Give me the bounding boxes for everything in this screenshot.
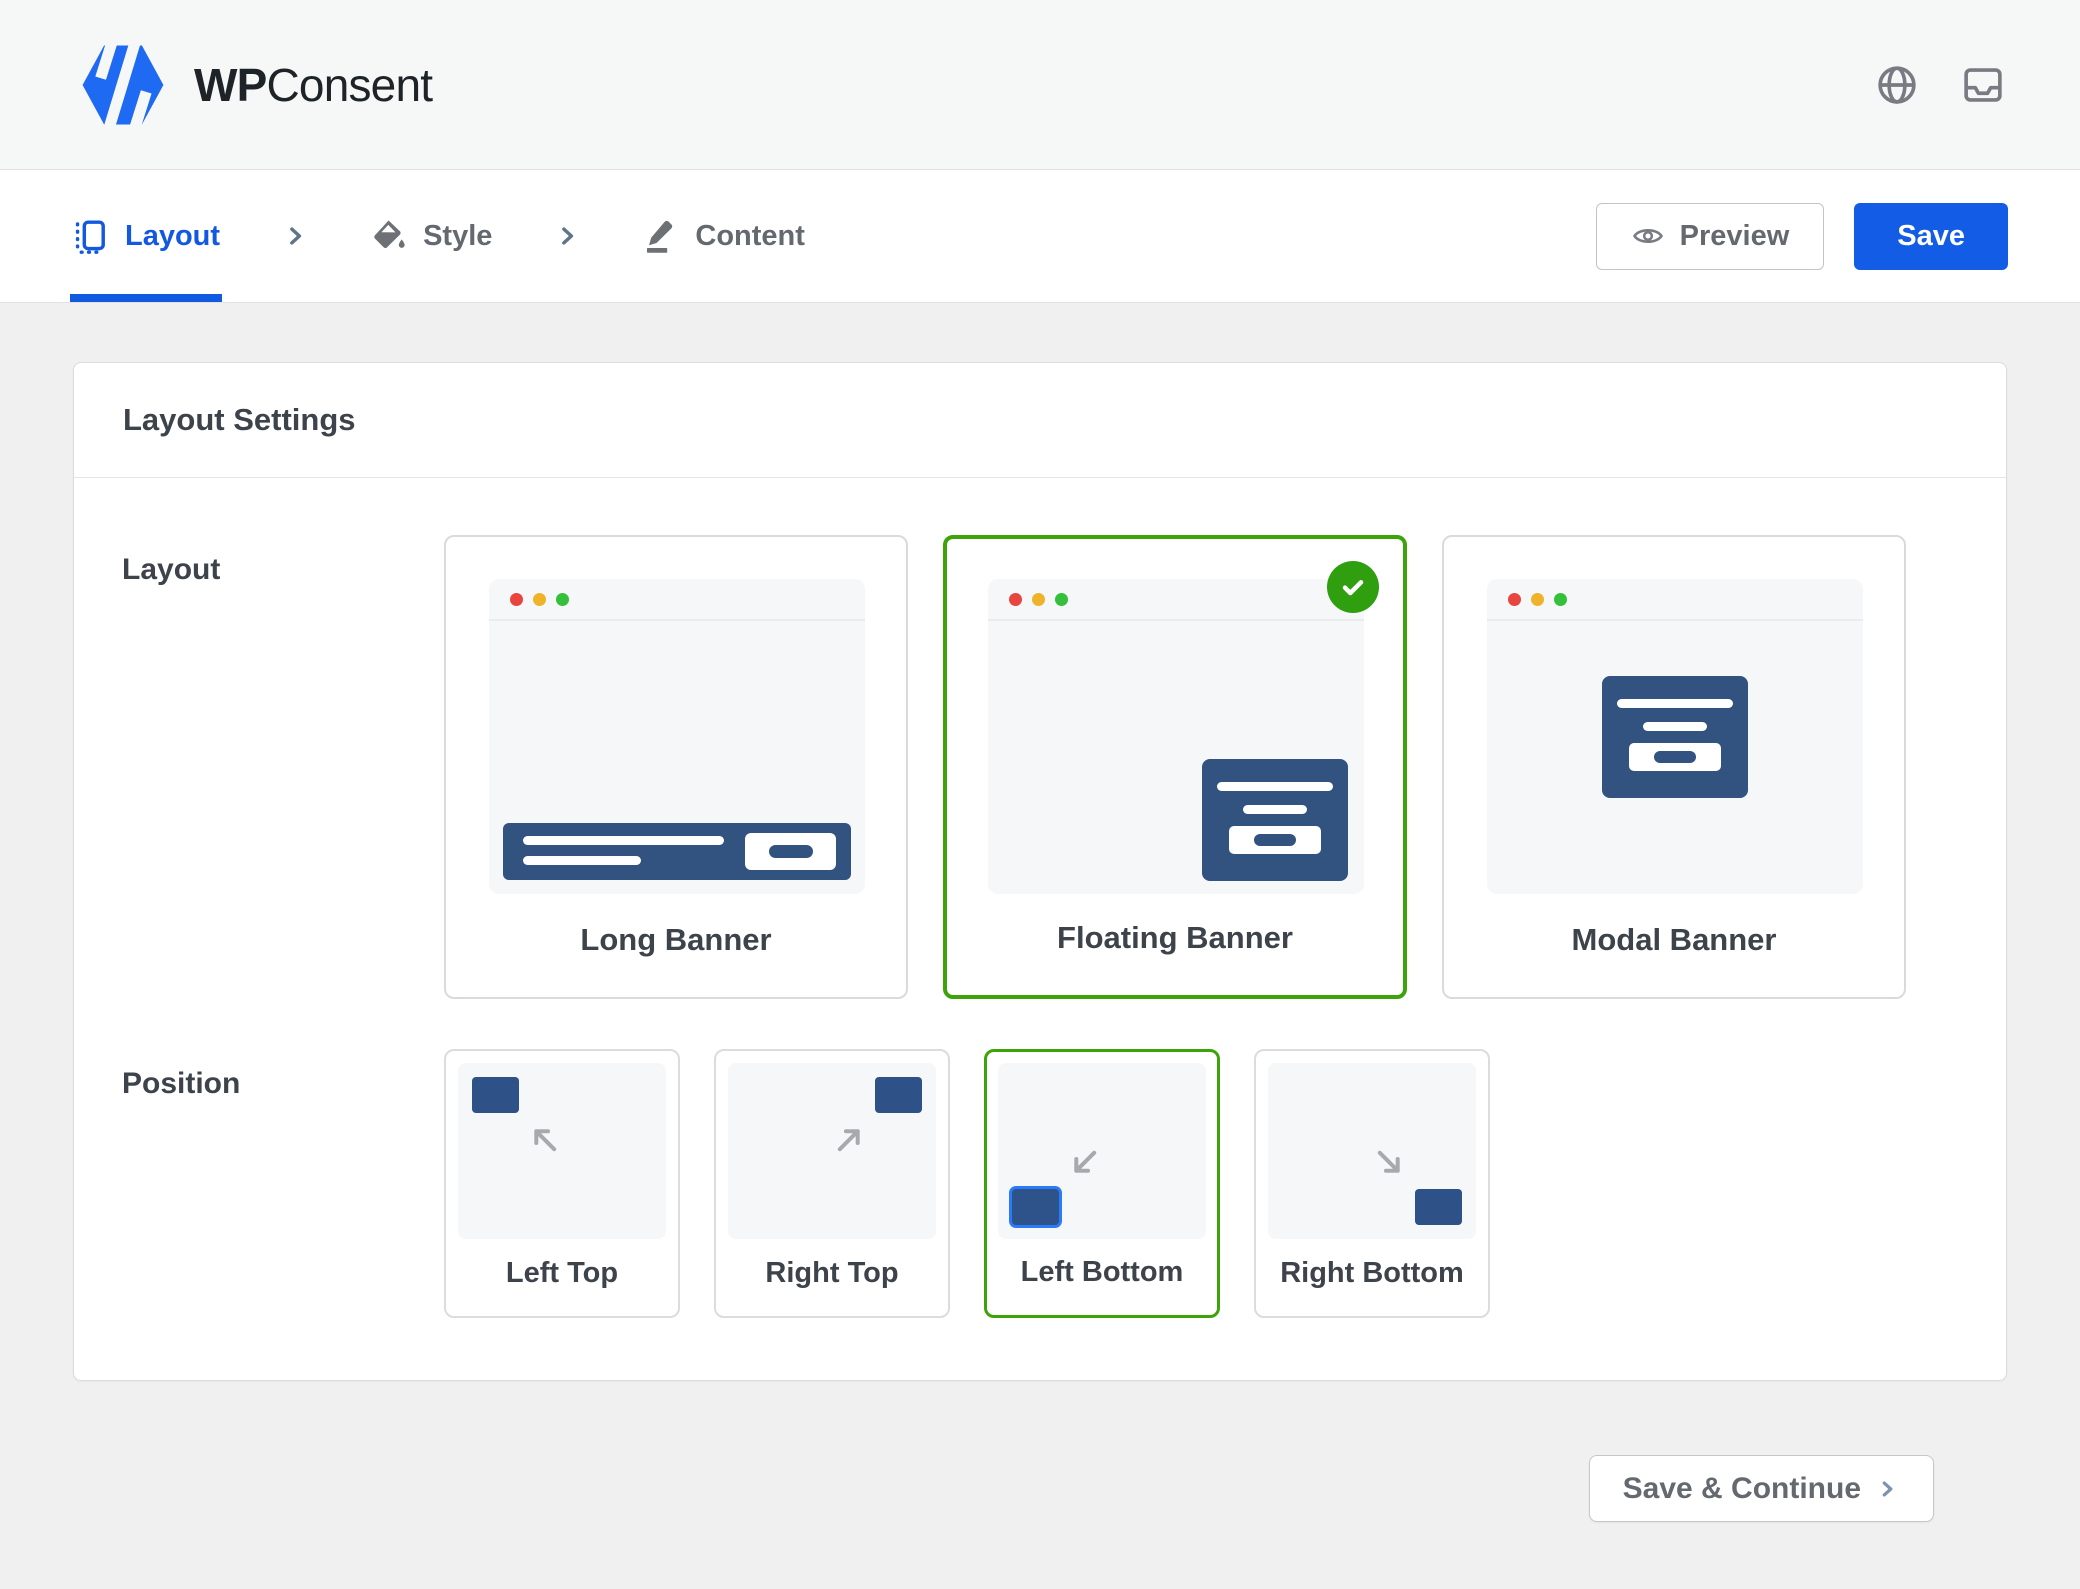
- banner-text-line: [1617, 699, 1733, 708]
- layout-options: Long Banner: [444, 535, 1906, 999]
- browser-mockup: [489, 579, 865, 894]
- tab-content-label: Content: [695, 220, 805, 253]
- position-preview: [458, 1063, 666, 1239]
- arrow-up-left-icon: [524, 1119, 562, 1157]
- banner-button-label-shape: [1254, 834, 1296, 846]
- brand-name-rest: Consent: [267, 59, 433, 111]
- chevron-right-icon: [552, 221, 582, 251]
- layout-row: Layout: [74, 478, 2006, 999]
- save-button[interactable]: Save: [1854, 203, 2008, 270]
- layout-icon: [72, 218, 108, 254]
- tab-layout-label: Layout: [125, 220, 220, 253]
- banner-text-line: [1643, 722, 1707, 731]
- save-continue-label: Save & Continue: [1623, 1472, 1861, 1506]
- brand-wordmark: WPConsent: [194, 58, 432, 112]
- banner-text-line: [523, 856, 641, 865]
- banner-position-rect: [1012, 1189, 1059, 1225]
- long-banner-preview: [503, 823, 851, 880]
- layout-row-label: Layout: [122, 535, 444, 999]
- position-row: Position Left Top: [74, 999, 2006, 1380]
- wpconsent-banner-designer: WPConsent Layout: [0, 0, 2080, 1589]
- position-option-label: Right Top: [716, 1257, 948, 1290]
- banner-button-label-shape: [769, 845, 813, 858]
- layout-option-long-banner[interactable]: Long Banner: [444, 535, 908, 999]
- selected-check-badge: [1327, 561, 1379, 613]
- tab-style-label: Style: [423, 220, 492, 253]
- position-option-label: Left Bottom: [987, 1256, 1217, 1289]
- tab-layout[interactable]: Layout: [72, 170, 220, 302]
- window-dot-red: [1009, 593, 1022, 606]
- preview-button-label: Preview: [1680, 220, 1790, 253]
- position-row-label: Position: [122, 1049, 444, 1318]
- window-dot-red: [510, 593, 523, 606]
- layout-option-floating-banner[interactable]: Floating Banner: [943, 535, 1407, 999]
- layout-settings-panel: Layout Settings Layout: [73, 362, 2007, 1381]
- layout-option-label: Modal Banner: [1444, 922, 1904, 958]
- floating-banner-preview: [1202, 759, 1348, 881]
- preview-button[interactable]: Preview: [1596, 203, 1825, 270]
- panel-title: Layout Settings: [123, 402, 356, 437]
- banner-button-shape: [1229, 826, 1321, 854]
- banner-position-rect: [472, 1077, 519, 1113]
- tab-style[interactable]: Style: [370, 170, 492, 302]
- banner-button-shape: [1629, 743, 1721, 771]
- window-dot-green: [556, 593, 569, 606]
- window-dot-green: [1055, 593, 1068, 606]
- banner-text-line: [1217, 782, 1333, 791]
- position-option-label: Right Bottom: [1256, 1257, 1488, 1290]
- globe-icon[interactable]: [1874, 62, 1920, 108]
- position-preview: [1268, 1063, 1476, 1239]
- wizard-tabbar: Layout Style Content: [0, 170, 2080, 303]
- main-content: Layout Settings Layout: [0, 303, 2080, 1522]
- banner-text-line: [1243, 805, 1307, 814]
- inbox-icon[interactable]: [1960, 62, 2006, 108]
- layout-option-label: Floating Banner: [947, 920, 1403, 956]
- window-dot-yellow: [533, 593, 546, 606]
- window-dot-red: [1508, 593, 1521, 606]
- pencil-icon: [642, 218, 678, 254]
- banner-position-rect: [875, 1077, 922, 1113]
- eye-icon: [1631, 219, 1665, 253]
- banner-button-shape: [745, 833, 836, 870]
- chevron-right-icon: [1874, 1476, 1900, 1502]
- brand-logo: WPConsent: [74, 42, 432, 128]
- footer-bar: Save & Continue: [73, 1381, 2007, 1522]
- arrow-down-left-icon: [1064, 1145, 1102, 1183]
- paint-bucket-icon: [370, 218, 406, 254]
- banner-position-rect: [1415, 1189, 1462, 1225]
- position-option-label: Left Top: [446, 1257, 678, 1290]
- browser-chrome: [988, 579, 1364, 621]
- header-icons: [1874, 62, 2006, 108]
- window-dot-yellow: [1032, 593, 1045, 606]
- browser-chrome: [1487, 579, 1863, 621]
- brand-name-bold: WP: [194, 59, 267, 111]
- arrow-up-right-icon: [832, 1119, 870, 1157]
- layout-option-modal-banner[interactable]: Modal Banner: [1442, 535, 1906, 999]
- position-option-right-top[interactable]: Right Top: [714, 1049, 950, 1318]
- position-options: Left Top Right Top: [444, 1049, 1490, 1318]
- position-option-right-bottom[interactable]: Right Bottom: [1254, 1049, 1490, 1318]
- arrow-down-right-icon: [1372, 1145, 1410, 1183]
- banner-button-label-shape: [1654, 751, 1696, 763]
- banner-text-line: [523, 836, 724, 845]
- layout-option-label: Long Banner: [446, 922, 906, 958]
- position-option-left-bottom[interactable]: Left Bottom: [984, 1049, 1220, 1318]
- browser-mockup: [1487, 579, 1863, 894]
- tab-content[interactable]: Content: [642, 170, 805, 302]
- position-preview: [998, 1063, 1206, 1239]
- toolbar-actions: Preview Save: [1596, 203, 2008, 270]
- check-icon: [1337, 571, 1369, 603]
- position-option-left-top[interactable]: Left Top: [444, 1049, 680, 1318]
- wpconsent-logo-icon: [74, 42, 172, 128]
- browser-chrome: [489, 579, 865, 621]
- window-dot-green: [1554, 593, 1567, 606]
- panel-header: Layout Settings: [74, 363, 2006, 478]
- save-continue-button[interactable]: Save & Continue: [1589, 1455, 1934, 1522]
- chevron-right-icon: [280, 221, 310, 251]
- window-dot-yellow: [1531, 593, 1544, 606]
- modal-banner-preview: [1602, 676, 1748, 798]
- position-preview: [728, 1063, 936, 1239]
- browser-mockup: [988, 579, 1364, 894]
- app-header: WPConsent: [0, 0, 2080, 170]
